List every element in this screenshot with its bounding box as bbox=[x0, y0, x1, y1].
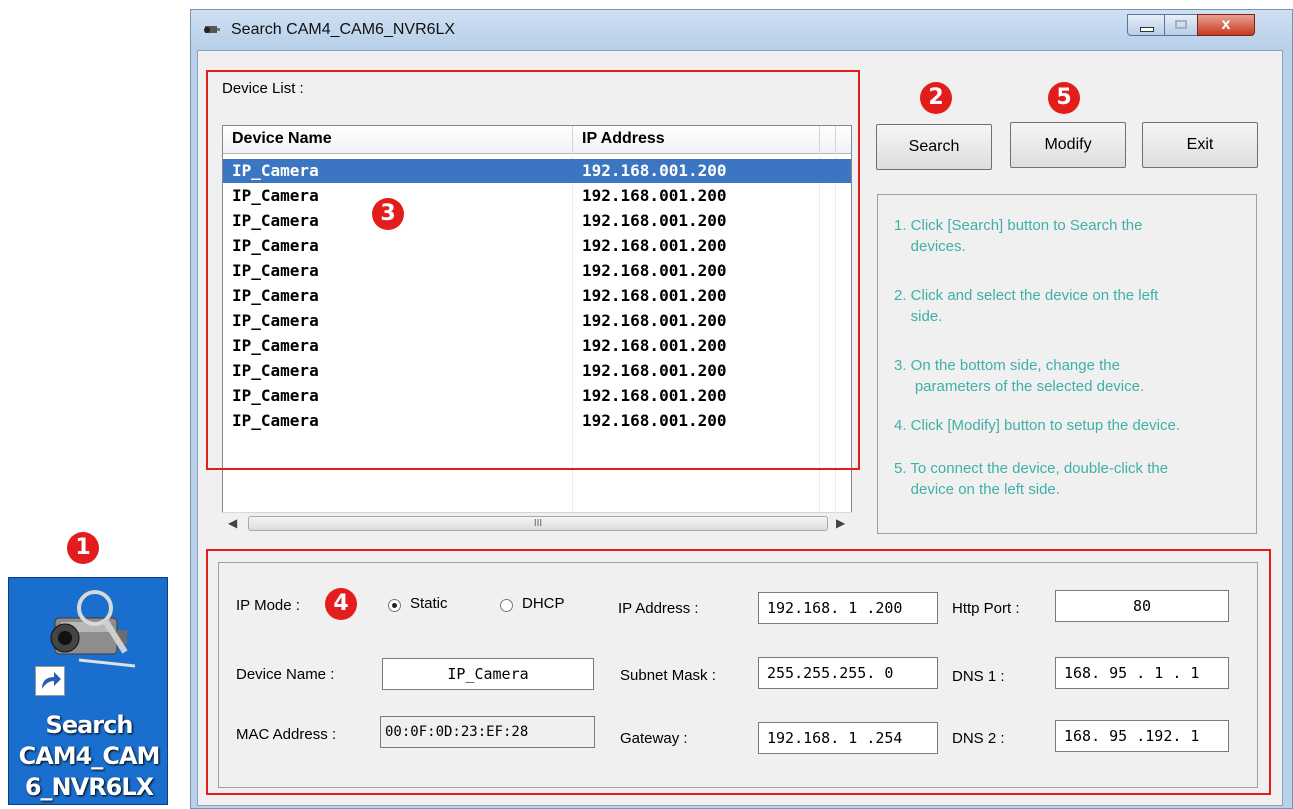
step-badge-5: 5 bbox=[1048, 82, 1080, 114]
window-title: Search CAM4_CAM6_NVR6LX bbox=[231, 21, 456, 38]
dhcp-radio-label[interactable]: DHCP bbox=[522, 595, 565, 612]
desktop-shortcut-search-app[interactable]: Search CAM4_CAM 6_NVR6LX bbox=[8, 577, 168, 805]
gateway-field[interactable]: 192.168. 1 .254 bbox=[758, 722, 938, 754]
step-badge-4: 4 bbox=[325, 588, 357, 620]
instruction-1: 1. Click [Search] button to Search the d… bbox=[894, 217, 1143, 255]
ip-mode-label: IP Mode : bbox=[236, 597, 300, 614]
ip-address-label: IP Address : bbox=[618, 600, 699, 617]
title-bar[interactable]: Search CAM4_CAM6_NVR6LX x bbox=[191, 10, 1292, 50]
close-icon: x bbox=[1221, 16, 1231, 33]
device-name-label: Device Name : bbox=[236, 666, 335, 683]
subnet-mask-label: Subnet Mask : bbox=[620, 667, 716, 684]
shortcut-label: Search CAM4_CAM 6_NVR6LX bbox=[18, 711, 161, 801]
modify-button[interactable]: Modify bbox=[1010, 122, 1126, 168]
dns1-label: DNS 1 : bbox=[952, 668, 1005, 685]
annotation-box-device-list bbox=[206, 70, 860, 470]
search-button[interactable]: Search bbox=[876, 124, 992, 170]
minimize-icon bbox=[1140, 27, 1154, 32]
step-badge-2: 2 bbox=[920, 82, 952, 114]
step-badge-1: 1 bbox=[67, 532, 99, 564]
shortcut-arrow-icon bbox=[35, 666, 65, 696]
scroll-right-icon[interactable]: ▶ bbox=[836, 516, 845, 530]
dns2-label: DNS 2 : bbox=[952, 730, 1005, 747]
horizontal-scrollbar[interactable]: ◀ III ▶ bbox=[222, 512, 852, 535]
minimize-button[interactable] bbox=[1127, 14, 1165, 36]
scrollbar-thumb[interactable]: III bbox=[248, 516, 828, 531]
instruction-2: 2. Click and select the device on the le… bbox=[894, 287, 1159, 325]
camera-title-icon bbox=[204, 26, 220, 33]
step-badge-3: 3 bbox=[372, 198, 404, 230]
instruction-5: 5. To connect the device, double-click t… bbox=[894, 460, 1169, 498]
instruction-4: 4. Click [Modify] button to setup the de… bbox=[894, 417, 1180, 434]
exit-button[interactable]: Exit bbox=[1142, 122, 1258, 168]
mac-address-label: MAC Address : bbox=[236, 726, 337, 743]
static-radio[interactable] bbox=[388, 599, 401, 612]
device-name-field[interactable]: IP_Camera bbox=[382, 658, 594, 690]
http-port-field[interactable]: 80 bbox=[1055, 590, 1229, 622]
http-port-label: Http Port : bbox=[952, 600, 1020, 617]
ip-address-field[interactable]: 192.168. 1 .200 bbox=[758, 592, 938, 624]
subnet-mask-field[interactable]: 255.255.255. 0 bbox=[758, 657, 938, 689]
dns2-field[interactable]: 168. 95 .192. 1 bbox=[1055, 720, 1229, 752]
mac-address-field: 00:0F:0D:23:EF:28 bbox=[380, 716, 595, 748]
gateway-label: Gateway : bbox=[620, 730, 688, 747]
close-button[interactable]: x bbox=[1197, 14, 1255, 36]
maximize-icon bbox=[1175, 20, 1187, 29]
instructions-panel: 1. Click [Search] button to Search the d… bbox=[877, 194, 1257, 534]
instruction-3: 3. On the bottom side, change the parame… bbox=[894, 357, 1145, 395]
dns1-field[interactable]: 168. 95 . 1 . 1 bbox=[1055, 657, 1229, 689]
maximize-button[interactable] bbox=[1164, 14, 1198, 36]
scroll-left-icon[interactable]: ◀ bbox=[228, 516, 237, 530]
static-radio-label[interactable]: Static bbox=[410, 595, 448, 612]
dhcp-radio[interactable] bbox=[500, 599, 513, 612]
